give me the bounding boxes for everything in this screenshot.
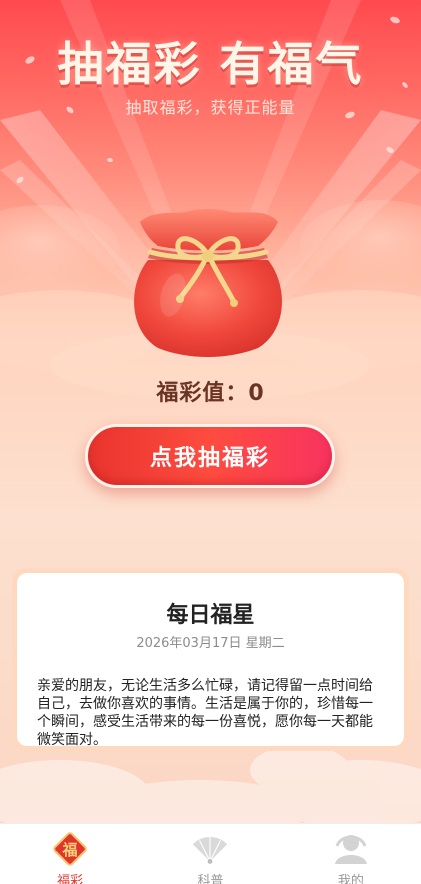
card-weekday: 星期二	[245, 636, 285, 651]
tab-ke-pu[interactable]: 科普	[140, 824, 280, 884]
card-date: 2026年03月17日 星期二	[37, 632, 384, 651]
tab-fu-cai[interactable]: 福 福彩	[0, 824, 140, 884]
profile-icon	[331, 832, 371, 866]
draw-fu-cai-button[interactable]: 点我抽福彩	[85, 424, 335, 488]
fu-diamond-icon: 福	[50, 832, 90, 866]
tab-wo-de[interactable]: 我的	[281, 824, 421, 884]
page-subtitle: 抽取福彩，获得正能量	[125, 98, 296, 117]
score-label: 福彩值：	[156, 381, 249, 406]
card-message: 亲爱的朋友，无论生活多么忙碌，请记得留一点时间给自己，去做你喜欢的事情。生活是属…	[37, 678, 373, 748]
red-lucky-bag-icon[interactable]	[118, 200, 298, 360]
daily-lucky-star-card: 每日福星 2026年03月17日 星期二 亲爱的朋友，无论生活多么忙碌，请记得留…	[12, 568, 409, 751]
page-title: 抽福彩 有福气	[57, 37, 364, 91]
tab-label-ke-pu: 科普	[197, 874, 224, 884]
bottom-tab-bar: 福 福彩 科普 我的	[0, 823, 421, 884]
fu-char: 福	[62, 841, 78, 859]
card-date-value: 2026年03月17日	[136, 636, 242, 651]
card-title: 每日福星	[166, 603, 255, 628]
fu-cai-home-page: 抽福彩 有福气 抽取福彩，获得正能量 福彩值：0 点我抽福彩 每日福星 2026…	[0, 0, 421, 884]
fan-icon	[190, 832, 230, 866]
tab-label-wo-de: 我的	[337, 874, 364, 884]
score-value: 0	[248, 381, 265, 406]
fu-cai-score: 福彩值：0	[0, 375, 421, 407]
tab-label-fu-cai: 福彩	[57, 874, 84, 884]
daily-card-inner: 每日福星 2026年03月17日 星期二 亲爱的朋友，无论生活多么忙碌，请记得留…	[17, 573, 404, 748]
